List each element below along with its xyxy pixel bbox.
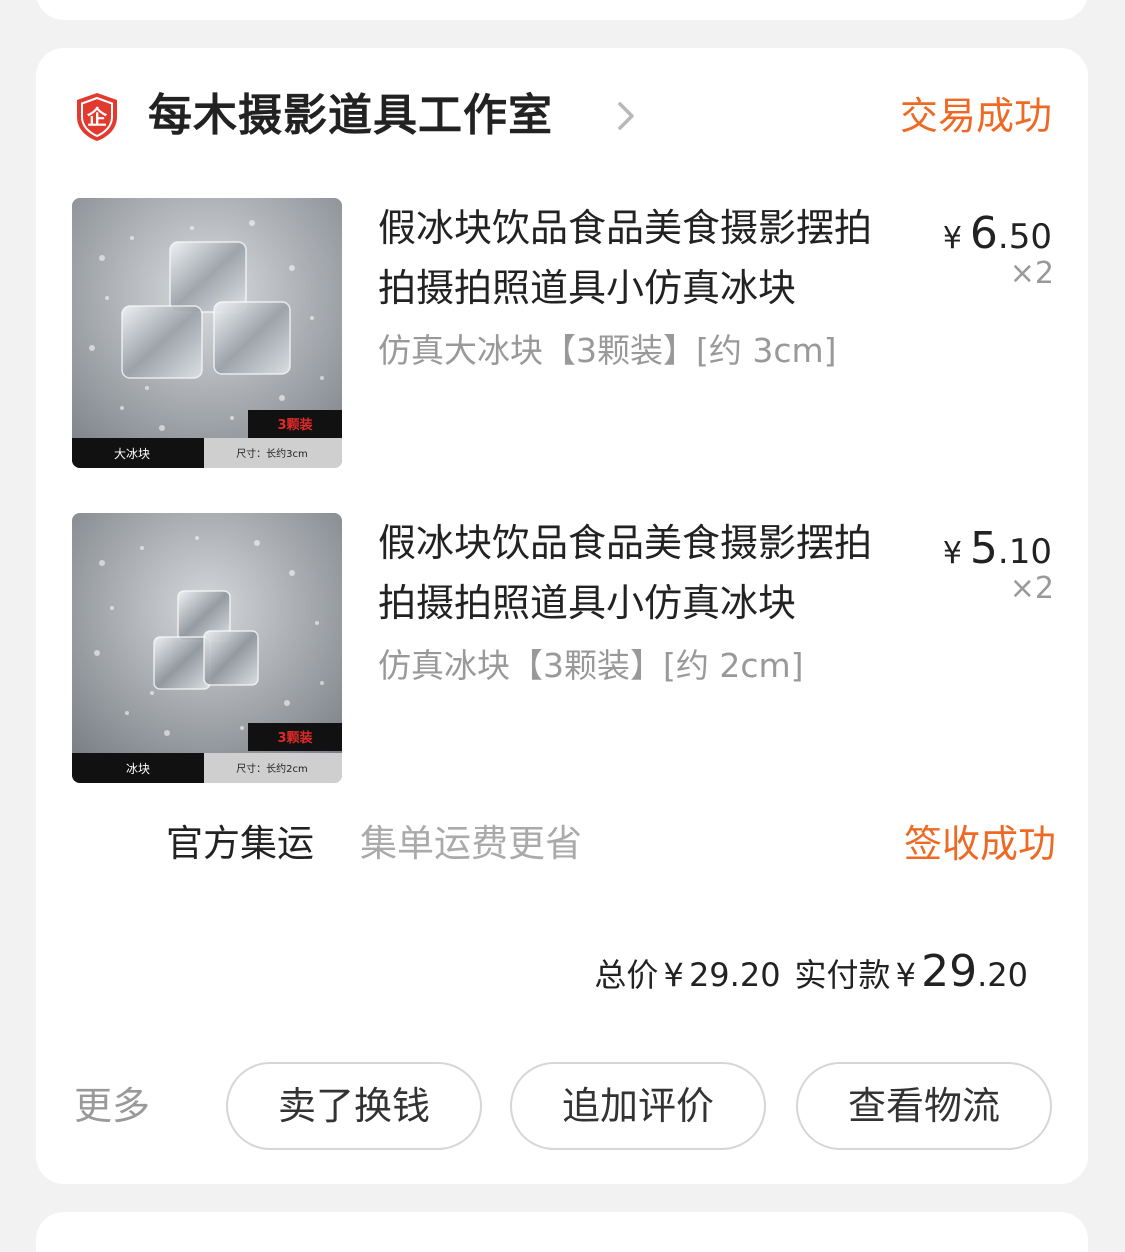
product-price: ¥6.50 bbox=[943, 208, 1052, 259]
currency-symbol: ¥ bbox=[942, 221, 962, 256]
paid-currency-symbol: ¥ bbox=[895, 956, 917, 994]
product-sku: 仿真冰块【3颗装】[约 2cm] bbox=[378, 646, 804, 685]
product-thumbnail[interactable]: 3颗装 大冰块 尺寸：长约3cm bbox=[72, 198, 342, 468]
currency-symbol: ¥ bbox=[942, 536, 962, 571]
product-price: ¥5.10 bbox=[943, 523, 1052, 574]
thumbnail-tag: 3颗装 bbox=[277, 417, 312, 433]
next-order-card bbox=[36, 1212, 1088, 1252]
thumbnail-tag: 3颗装 bbox=[277, 730, 312, 746]
total-currency-symbol: ¥ bbox=[663, 956, 684, 994]
price-decimal: .50 bbox=[997, 217, 1052, 257]
thumbnail-label: 大冰块 bbox=[114, 447, 150, 461]
product-quantity: ×2 bbox=[1009, 571, 1054, 606]
order-item[interactable]: 3颗装 冰块 尺寸：长约2cm 假冰块饮品食品美食摄影摆拍拍摄拍照道具小仿真冰块… bbox=[72, 513, 1054, 783]
order-item[interactable]: 3颗装 大冰块 尺寸：长约3cm 假冰块饮品食品美食摄影摆拍拍摄拍照道具小仿真冰… bbox=[72, 198, 1054, 468]
product-title[interactable]: 假冰块饮品食品美食摄影摆拍拍摄拍照道具小仿真冰块 bbox=[378, 513, 898, 633]
add-review-button[interactable]: 追加评价 bbox=[510, 1062, 766, 1150]
more-actions-link[interactable]: 更多 bbox=[74, 1078, 150, 1134]
order-status: 交易成功 bbox=[899, 94, 1052, 138]
paid-amount-decimal: .20 bbox=[977, 956, 1028, 994]
product-quantity: ×2 bbox=[1009, 256, 1054, 291]
total-price-value: 29.20 bbox=[688, 956, 781, 994]
total-price-label: 总价 bbox=[594, 956, 659, 994]
price-decimal: .10 bbox=[997, 532, 1052, 572]
product-title[interactable]: 假冰块饮品食品美食摄影摆拍拍摄拍照道具小仿真冰块 bbox=[378, 198, 898, 318]
view-logistics-button[interactable]: 查看物流 bbox=[796, 1062, 1052, 1150]
order-card: 企 每木摄影道具工作室 交易成功 3颗装 大冰块 尺寸：长约3cm 假冰块饮品食… bbox=[36, 48, 1088, 1184]
shipping-method-desc: 集单运费更省 bbox=[360, 822, 582, 865]
price-integer: 5 bbox=[969, 523, 998, 574]
paid-amount-label: 实付款 bbox=[794, 956, 891, 994]
product-sku: 仿真大冰块【3颗装】[约 3cm] bbox=[378, 331, 837, 370]
shipping-status: 签收成功 bbox=[903, 822, 1056, 866]
thumbnail-size-label: 尺寸：长约3cm bbox=[236, 447, 308, 460]
order-totals: 总价 ¥ 29.20 实付款 ¥ 29.20 bbox=[594, 944, 1028, 1009]
product-thumbnail[interactable]: 3颗装 冰块 尺寸：长约2cm bbox=[72, 513, 342, 783]
shipping-method-label: 官方集运 bbox=[166, 822, 314, 865]
paid-amount-integer: 29 bbox=[921, 946, 978, 997]
shop-name[interactable]: 每木摄影道具工作室 bbox=[148, 86, 553, 146]
thumbnail-size-label: 尺寸：长约2cm bbox=[236, 762, 308, 775]
shield-badge-char: 企 bbox=[86, 105, 108, 129]
chevron-right-icon[interactable] bbox=[614, 98, 640, 134]
previous-order-card bbox=[36, 0, 1088, 20]
thumbnail-label: 冰块 bbox=[126, 762, 150, 776]
sell-button[interactable]: 卖了换钱 bbox=[226, 1062, 482, 1150]
enterprise-shield-icon: 企 bbox=[77, 93, 117, 141]
price-integer: 6 bbox=[969, 208, 998, 259]
